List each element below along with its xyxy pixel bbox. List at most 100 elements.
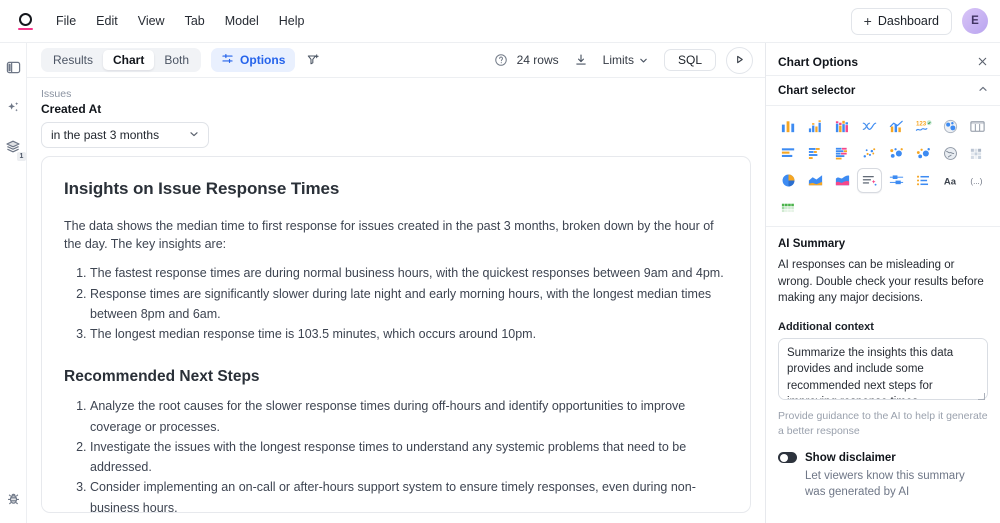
app-window: File Edit View Tab Model Help + Dashboar…	[0, 0, 1000, 523]
additional-context-input[interactable]	[778, 338, 988, 401]
chart-selector-header[interactable]: Chart selector	[766, 76, 1000, 106]
sliders-icon	[221, 52, 234, 68]
filter-group-label: Issues	[41, 88, 72, 100]
sidebar-toggle-icon[interactable]	[2, 56, 24, 78]
avatar[interactable]: E	[962, 8, 988, 34]
stacked-column-chart-icon[interactable]	[830, 114, 855, 139]
more-options-icon[interactable]: (...)	[965, 168, 990, 193]
filter-add-icon[interactable]	[301, 48, 325, 72]
table-icon[interactable]	[965, 114, 990, 139]
tab-results[interactable]: Results	[43, 50, 103, 70]
list-item: Investigate the issues with the longest …	[90, 437, 728, 478]
svg-text:(...): (...)	[970, 177, 982, 186]
svg-text:Aa: Aa	[944, 176, 957, 187]
created-at-filter-select[interactable]: in the past 3 months	[41, 122, 209, 149]
logo-ring-icon	[18, 12, 32, 26]
show-disclaimer-toggle[interactable]	[778, 452, 797, 464]
column-chart-icon[interactable]	[803, 114, 828, 139]
pie-chart-icon[interactable]	[776, 168, 801, 193]
tab-both[interactable]: Both	[154, 50, 199, 70]
bubble-chart-icon[interactable]	[884, 141, 909, 166]
text-icon[interactable]: Aa	[938, 168, 963, 193]
chevron-down-icon	[639, 53, 648, 68]
view-mode-segmented-control: Results Chart Both	[41, 48, 202, 72]
bar-chart-icon[interactable]	[776, 114, 801, 139]
layers-badge: 1	[17, 152, 26, 161]
heatmap-icon[interactable]	[965, 141, 990, 166]
kpi-number-chart-icon[interactable]: 123	[911, 114, 936, 139]
view-toolbar: Results Chart Both Options 24 rows Limit…	[27, 43, 765, 78]
show-disclaimer-row[interactable]: Show disclaimer	[778, 452, 988, 464]
line-chart-icon[interactable]	[857, 114, 882, 139]
stacked-bar-chart-icon[interactable]	[803, 141, 828, 166]
list-item: Consider implementing an on-call or afte…	[90, 477, 728, 512]
additional-context-group: Additional context Provide guidance to t…	[778, 321, 988, 438]
row-count-label: 24 rows	[516, 53, 559, 67]
svg-text:123: 123	[916, 121, 927, 128]
filter-field-label: Created At	[41, 102, 102, 117]
summary-lead: The data shows the median time to first …	[64, 219, 714, 252]
menu-view[interactable]: View	[128, 10, 175, 32]
area-chart-icon[interactable]	[803, 168, 828, 193]
stacked-area-chart-icon[interactable]	[830, 168, 855, 193]
panel-title: Chart Options	[778, 55, 858, 69]
add-dashboard-button[interactable]: + Dashboard	[850, 7, 952, 35]
main-column: Results Chart Both Options 24 rows Limit…	[27, 43, 765, 523]
download-icon[interactable]	[569, 48, 593, 72]
bug-icon[interactable]	[2, 487, 24, 509]
ai-summary-section: AI Summary AI responses can be misleadin…	[766, 227, 1000, 501]
list-icon[interactable]	[911, 168, 936, 193]
combo-chart-icon[interactable]	[884, 114, 909, 139]
toggle-knob	[779, 453, 788, 462]
additional-context-wrap	[778, 338, 988, 403]
chart-canvas: Insights on Issue Response Times The dat…	[27, 156, 765, 523]
ai-summary-heading: AI Summary	[778, 238, 846, 250]
page-title: Insights on Issue Response Times	[64, 179, 340, 199]
logo-underline	[17, 27, 33, 30]
omni-logo[interactable]	[12, 12, 38, 30]
sql-button[interactable]: SQL	[663, 49, 716, 71]
help-circle-icon[interactable]	[489, 48, 513, 72]
left-icon-rail: 1	[0, 43, 27, 523]
plus-icon: +	[863, 13, 872, 29]
close-icon[interactable]	[977, 55, 988, 70]
app-body: 1 Results Chart Both Options 24 rows Lim…	[0, 43, 1000, 523]
horizontal-bar-chart-icon[interactable]	[776, 141, 801, 166]
scatter-plot-icon[interactable]	[857, 141, 882, 166]
next-steps-title: Recommended Next Steps	[64, 368, 260, 386]
add-dashboard-label: Dashboard	[877, 14, 939, 28]
menu-help[interactable]: Help	[269, 10, 315, 32]
list-item: Response times are significantly slower …	[90, 284, 728, 325]
resize-handle-icon[interactable]	[978, 393, 985, 401]
layers-icon[interactable]: 1	[2, 136, 26, 161]
menu-edit[interactable]: Edit	[86, 10, 128, 32]
insights-list: The fastest response times are during no…	[64, 263, 728, 344]
run-query-button[interactable]	[726, 46, 753, 74]
packed-bubble-icon[interactable]	[911, 141, 936, 166]
box-plot-icon[interactable]	[884, 168, 909, 193]
menu-tab[interactable]: Tab	[175, 10, 215, 32]
filter-bar: Issues Created At in the past 3 months	[27, 78, 765, 157]
ai-summary-description: AI responses can be misleading or wrong.…	[778, 259, 984, 305]
chart-selector-title: Chart selector	[778, 84, 856, 97]
tab-chart[interactable]: Chart	[103, 50, 155, 70]
limits-dropdown[interactable]: Limits	[597, 50, 654, 71]
grid-matrix-icon[interactable]	[776, 195, 801, 220]
chart-type-grid: 123 Aa (...)	[766, 106, 1000, 227]
next-steps-list: Analyze the root causes for the slower r…	[64, 396, 728, 512]
menu-file[interactable]: File	[46, 10, 86, 32]
ai-summary-icon[interactable]	[857, 168, 882, 193]
ai-sparkle-icon[interactable]	[2, 96, 24, 118]
menu-bar: File Edit View Tab Model Help + Dashboar…	[0, 0, 1000, 43]
additional-context-helper: Provide guidance to the AI to help it ge…	[778, 410, 988, 437]
options-button[interactable]: Options	[211, 48, 296, 72]
toolbar-right-group: 24 rows Limits SQL	[483, 46, 753, 74]
menu-model[interactable]: Model	[215, 10, 269, 32]
options-label: Options	[240, 53, 286, 67]
grouped-bar-chart-icon[interactable]	[830, 141, 855, 166]
show-disclaimer-label: Show disclaimer	[805, 451, 896, 464]
map-globe-icon[interactable]	[938, 141, 963, 166]
additional-context-label: Additional context	[778, 321, 874, 334]
scatter-bubble-icon[interactable]	[938, 114, 963, 139]
list-item: The fastest response times are during no…	[90, 263, 728, 283]
